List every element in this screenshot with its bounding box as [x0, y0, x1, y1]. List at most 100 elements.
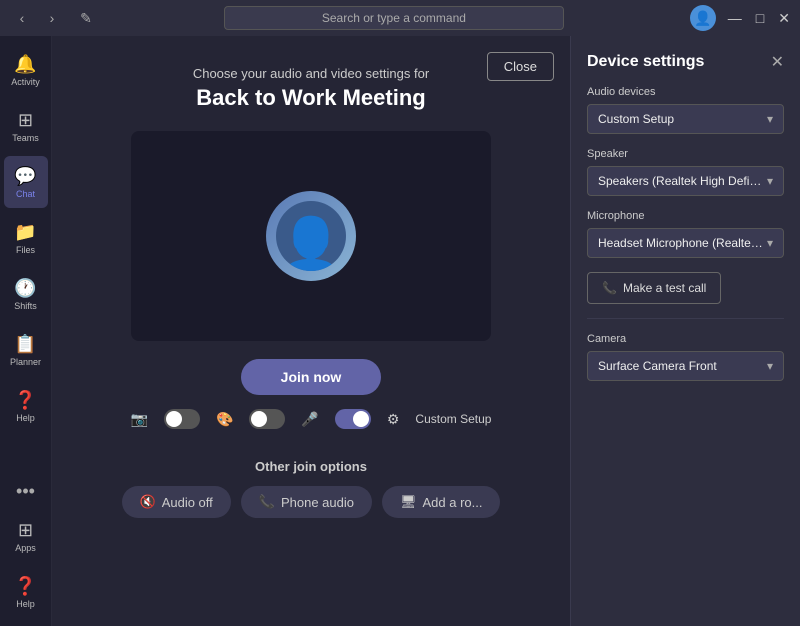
sidebar-item-teams-label: Teams: [12, 133, 39, 143]
speaker-label: Speaker: [587, 148, 784, 160]
close-button[interactable]: Close: [487, 52, 554, 81]
teams-icon: ⊞: [18, 110, 33, 131]
chat-icon: 💬: [14, 166, 36, 187]
divider: [587, 318, 784, 319]
sidebar-item-apps-label: Apps: [15, 543, 36, 553]
sidebar-item-chat[interactable]: 💬 Chat: [4, 156, 48, 208]
nav-forward-button[interactable]: ›: [40, 6, 64, 30]
mic-toggle-knob: [353, 411, 369, 427]
test-call-label: Make a test call: [623, 281, 706, 295]
mic-icon: 🎤: [301, 411, 318, 428]
sidebar-item-help-label: Help: [16, 413, 35, 423]
audio-device-chevron-icon: ▾: [767, 112, 773, 126]
close-window-button[interactable]: ✕: [778, 10, 790, 27]
more-options[interactable]: •••: [16, 481, 35, 502]
effects-icon: 🎨: [216, 411, 233, 428]
apps-icon: ⊞: [18, 520, 33, 541]
camera-value: Surface Camera Front: [598, 359, 717, 373]
sidebar-item-help2[interactable]: ❓ Help: [4, 566, 48, 618]
nav-back-button[interactable]: ‹: [10, 6, 34, 30]
sidebar-item-help2-label: Help: [16, 599, 35, 609]
device-panel-title: Device settings: [587, 53, 704, 71]
speaker-section: Speaker Speakers (Realtek High Definitio…: [587, 148, 784, 196]
camera-toggle[interactable]: [164, 409, 200, 429]
avatar-silhouette: 👤: [276, 201, 346, 271]
device-panel-header: Device settings ✕: [587, 52, 784, 72]
audio-device-value: Custom Setup: [598, 112, 674, 126]
sidebar-item-files[interactable]: 📁 Files: [4, 212, 48, 264]
microphone-value: Headset Microphone (Realtek High D...: [598, 236, 767, 250]
sidebar-item-help[interactable]: ❓ Help: [4, 380, 48, 432]
search-placeholder: Search or type a command: [322, 11, 466, 25]
effects-toggle-knob: [251, 411, 267, 427]
phone-audio-button[interactable]: 📞 Phone audio: [241, 486, 372, 518]
audio-off-icon: 🔇: [140, 494, 156, 510]
maximize-button[interactable]: □: [756, 10, 764, 27]
titlebar-left: ‹ › ✎: [10, 6, 98, 30]
user-avatar-preview: 👤: [266, 191, 356, 281]
camera-toggle-knob: [166, 411, 182, 427]
add-room-icon: 🖥: [400, 494, 417, 510]
meeting-subtitle: Choose your audio and video settings for: [193, 66, 429, 81]
microphone-dropdown[interactable]: Headset Microphone (Realtek High D... ▾: [587, 228, 784, 258]
user-avatar[interactable]: 👤: [690, 5, 716, 31]
main-layout: 🔔 Activity ⊞ Teams 💬 Chat 📁 Files 🕐 Shif…: [0, 36, 800, 626]
phone-test-icon: 📞: [602, 281, 617, 295]
sidebar-item-files-label: Files: [16, 245, 35, 255]
make-test-call-button[interactable]: 📞 Make a test call: [587, 272, 721, 304]
sidebar-item-shifts-label: Shifts: [14, 301, 37, 311]
audio-devices-section: Audio devices Custom Setup ▾: [587, 86, 784, 134]
window-controls: — □ ✕: [728, 10, 790, 27]
sidebar-item-apps[interactable]: ⊞ Apps: [4, 510, 48, 562]
join-options: 🔇 Audio off 📞 Phone audio 🖥 Add a ro...: [122, 486, 501, 518]
files-icon: 📁: [14, 222, 36, 243]
audio-off-label: Audio off: [162, 495, 213, 510]
effects-toggle[interactable]: [249, 409, 285, 429]
speaker-dropdown[interactable]: Speakers (Realtek High Definition Au... …: [587, 166, 784, 196]
sidebar-item-chat-label: Chat: [16, 189, 35, 199]
add-room-label: Add a ro...: [423, 495, 483, 510]
help-icon: ❓: [14, 390, 36, 411]
camera-label: Camera: [587, 333, 784, 345]
nav-buttons: ‹ ›: [10, 6, 64, 30]
camera-section: Camera Surface Camera Front ▾: [587, 333, 784, 381]
phone-audio-icon: 📞: [259, 494, 275, 510]
mic-toggle[interactable]: [335, 409, 371, 429]
meeting-title: Back to Work Meeting: [196, 85, 425, 111]
camera-dropdown[interactable]: Surface Camera Front ▾: [587, 351, 784, 381]
video-preview: 👤: [131, 131, 491, 341]
custom-setup-label: Custom Setup: [415, 412, 491, 426]
microphone-chevron-icon: ▾: [767, 236, 773, 250]
sidebar-item-activity[interactable]: 🔔 Activity: [4, 44, 48, 96]
device-panel-close-button[interactable]: ✕: [771, 52, 784, 72]
speaker-chevron-icon: ▾: [767, 174, 773, 188]
microphone-label: Microphone: [587, 210, 784, 222]
titlebar: ‹ › ✎ Search or type a command 👤 — □ ✕: [0, 0, 800, 36]
device-settings-panel: Device settings ✕ Audio devices Custom S…: [570, 36, 800, 626]
sidebar-item-shifts[interactable]: 🕐 Shifts: [4, 268, 48, 320]
controls-row: 📷 🎨 🎤 ⚙ Custom Setup: [131, 409, 492, 429]
audio-device-dropdown[interactable]: Custom Setup ▾: [587, 104, 784, 134]
help2-icon: ❓: [14, 576, 36, 597]
camera-chevron-icon: ▾: [767, 359, 773, 373]
minimize-button[interactable]: —: [728, 10, 742, 27]
audio-devices-label: Audio devices: [587, 86, 784, 98]
settings-icon: ⚙: [387, 411, 400, 428]
phone-audio-label: Phone audio: [281, 495, 354, 510]
join-now-button[interactable]: Join now: [241, 359, 382, 395]
titlebar-right: 👤 — □ ✕: [690, 5, 790, 31]
add-room-button[interactable]: 🖥 Add a ro...: [382, 486, 501, 518]
edit-icon[interactable]: ✎: [74, 6, 98, 30]
sidebar-item-planner[interactable]: 📋 Planner: [4, 324, 48, 376]
activity-icon: 🔔: [14, 54, 36, 75]
meeting-panel: Close Choose your audio and video settin…: [52, 36, 570, 626]
search-bar[interactable]: Search or type a command: [224, 6, 564, 30]
sidebar-item-activity-label: Activity: [11, 77, 40, 87]
content-area: Close Choose your audio and video settin…: [52, 36, 800, 626]
other-join-label: Other join options: [255, 459, 367, 474]
shifts-icon: 🕐: [14, 278, 36, 299]
camera-off-icon: 📷: [131, 411, 148, 428]
microphone-section: Microphone Headset Microphone (Realtek H…: [587, 210, 784, 258]
sidebar-item-teams[interactable]: ⊞ Teams: [4, 100, 48, 152]
audio-off-button[interactable]: 🔇 Audio off: [122, 486, 231, 518]
